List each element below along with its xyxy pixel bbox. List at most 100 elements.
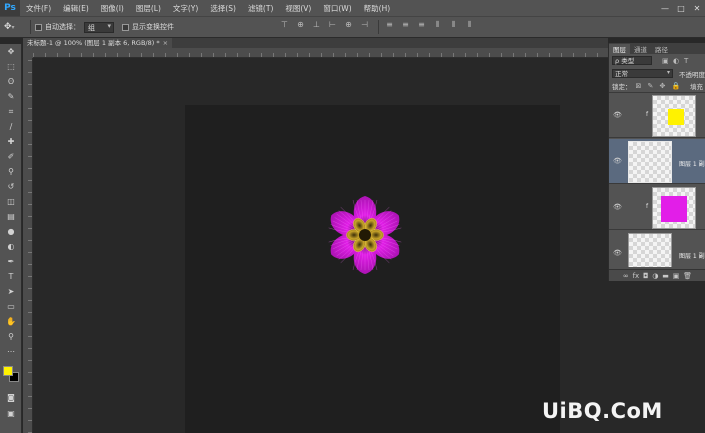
crop-tool-icon[interactable]: ⌗ — [0, 104, 22, 119]
layer-row[interactable]: 👁 f — [609, 185, 705, 230]
show-transform-label: 显示变换控件 — [132, 23, 174, 31]
lock-transparency-icon[interactable]: ⊠ — [636, 82, 645, 90]
align-right-icon[interactable]: ⊣ — [358, 20, 371, 32]
workspace[interactable] — [34, 59, 608, 433]
delete-layer-icon[interactable]: 🗑 — [683, 272, 692, 280]
visibility-eye-icon[interactable]: 👁 — [613, 203, 622, 211]
menu-item[interactable]: 滤镜(T) — [242, 3, 279, 14]
align-hcenter-icon[interactable]: ⊕ — [342, 20, 355, 32]
link-layers-icon[interactable]: ∞ — [623, 272, 629, 280]
filter-pixel-icon[interactable]: ▣ — [662, 57, 670, 65]
zoom-tool-icon[interactable]: ⚲ — [0, 329, 22, 344]
layer-row[interactable]: 👁 图层 1 副 — [609, 231, 705, 267]
horizontal-ruler[interactable] — [33, 48, 608, 58]
menu-item[interactable]: 文字(Y) — [167, 3, 204, 14]
layer-name[interactable]: 图层 1 副 — [679, 251, 705, 260]
visibility-eye-icon[interactable]: 👁 — [613, 249, 622, 257]
flower-center — [359, 229, 371, 241]
align-vcenter-icon[interactable]: ⊕ — [294, 20, 307, 32]
eyedropper-tool-icon[interactable]: ∕ — [0, 119, 22, 134]
pen-tool-icon[interactable]: ✒ — [0, 254, 22, 269]
lock-all-icon[interactable]: 🔒 — [672, 82, 681, 90]
menu-item[interactable]: 视图(V) — [279, 3, 317, 14]
menu-items: 文件(F) 编辑(E) 图像(I) 图层(L) 文字(Y) 选择(S) 滤镜(T) 视图(V)… — [20, 3, 396, 14]
edit-toolbar-icon[interactable]: ⋯ — [0, 344, 22, 359]
document-tab[interactable]: 未标题-1 @ 100% (图层 1 副本 6, RGB/8) * × — [23, 38, 173, 48]
auto-select-checkbox[interactable] — [35, 23, 42, 31]
rectangle-tool-icon[interactable]: ▭ — [0, 299, 22, 314]
foreground-color-swatch[interactable] — [3, 366, 13, 376]
tab-paths[interactable]: 路径 — [651, 44, 672, 54]
menu-item[interactable]: 选择(S) — [204, 3, 242, 14]
minimize-button[interactable]: — — [657, 4, 673, 13]
healing-brush-tool-icon[interactable]: ✚ — [0, 134, 22, 149]
menu-item[interactable]: 窗口(W) — [317, 3, 357, 14]
layer-name[interactable]: 图层 1 副本 — [679, 159, 705, 168]
dodge-tool-icon[interactable]: ◐ — [0, 239, 22, 254]
eraser-tool-icon[interactable]: ◫ — [0, 194, 22, 209]
blend-mode-select[interactable]: 正常 — [612, 69, 673, 78]
filter-adjustment-icon[interactable]: ◐ — [673, 57, 681, 65]
layer-list: 👁f👁图层 1 副本👁f👁图层 1 副 — [609, 93, 705, 267]
distribute-hcenter-icon[interactable]: ⦀ — [447, 20, 460, 32]
distribute-vcenter-icon[interactable]: ≡ — [399, 20, 412, 32]
marquee-tool-icon[interactable]: ⬚ — [0, 59, 22, 74]
document-canvas[interactable] — [185, 105, 560, 433]
add-mask-icon[interactable]: ◘ — [643, 272, 649, 280]
history-brush-tool-icon[interactable]: ↺ — [0, 179, 22, 194]
layer-row[interactable]: 👁 图层 1 副本 — [609, 139, 705, 184]
gradient-tool-icon[interactable]: ▤ — [0, 209, 22, 224]
filter-kind-select[interactable]: ρ 类型 — [612, 56, 652, 65]
menu-item[interactable]: 图像(I) — [95, 3, 130, 14]
distribute-top-icon[interactable]: ≡ — [383, 20, 396, 32]
auto-select-dropdown[interactable]: 组 — [84, 21, 114, 33]
screen-mode-icon[interactable]: ▣ — [0, 406, 22, 421]
brush-tool-icon[interactable]: ✐ — [0, 149, 22, 164]
tool-preset-picker[interactable]: ✥ ▾ — [4, 19, 26, 35]
panel-tabs: 图层 通道 路径 — [609, 43, 705, 54]
filter-type-icon[interactable]: T — [684, 57, 692, 65]
distribute-bottom-icon[interactable]: ≡ — [415, 20, 428, 32]
layer-row[interactable]: 👁 f — [609, 93, 705, 138]
align-left-icon[interactable]: ⊢ — [326, 20, 339, 32]
adjustment-layer-icon[interactable]: ◑ — [652, 272, 658, 280]
quick-select-tool-icon[interactable]: ✎ — [0, 89, 22, 104]
layer-thumbnail[interactable] — [652, 187, 696, 229]
clone-stamp-tool-icon[interactable]: ⚲ — [0, 164, 22, 179]
lasso-tool-icon[interactable]: ʘ — [0, 74, 22, 89]
ruler-origin[interactable] — [23, 48, 33, 58]
menu-item[interactable]: 文件(F) — [20, 3, 57, 14]
close-tab-icon[interactable]: × — [163, 39, 168, 47]
distribute-left-icon[interactable]: ⦀ — [431, 20, 444, 32]
maximize-button[interactable]: □ — [673, 4, 689, 13]
path-select-tool-icon[interactable]: ➤ — [0, 284, 22, 299]
layer-thumbnail[interactable] — [628, 233, 672, 267]
align-top-icon[interactable]: ⊤ — [278, 20, 291, 32]
distribute-right-icon[interactable]: ⦀ — [463, 20, 476, 32]
blur-tool-icon[interactable]: ● — [0, 224, 22, 239]
close-button[interactable]: ✕ — [689, 4, 705, 13]
quick-mask-icon[interactable]: ◙ — [0, 390, 22, 405]
layer-thumbnail[interactable] — [628, 141, 672, 183]
layer-thumbnail[interactable] — [652, 95, 696, 137]
tab-channels[interactable]: 通道 — [630, 44, 651, 54]
vertical-ruler[interactable] — [23, 48, 33, 433]
move-tool-icon[interactable]: ✥ — [0, 44, 22, 59]
align-bottom-icon[interactable]: ⊥ — [310, 20, 323, 32]
visibility-eye-icon[interactable]: 👁 — [613, 157, 622, 165]
type-tool-icon[interactable]: T — [0, 269, 22, 284]
menu-item[interactable]: 图层(L) — [130, 3, 167, 14]
show-transform-checkbox[interactable] — [122, 23, 129, 31]
app-logo[interactable]: Ps — [0, 0, 20, 16]
new-group-icon[interactable]: ▬ — [662, 272, 669, 280]
menu-item[interactable]: 帮助(H) — [358, 3, 397, 14]
fx-icon[interactable]: fx — [633, 272, 640, 280]
hand-tool-icon[interactable]: ✋ — [0, 314, 22, 329]
tab-layers[interactable]: 图层 — [609, 43, 630, 54]
lock-position-icon[interactable]: ✥ — [660, 82, 669, 90]
lock-pixels-icon[interactable]: ✎ — [648, 82, 657, 90]
menu-item[interactable]: 编辑(E) — [57, 3, 95, 14]
visibility-eye-icon[interactable]: 👁 — [613, 111, 622, 119]
blend-row: 正常 不透明度 — [609, 67, 705, 80]
new-layer-icon[interactable]: ▣ — [673, 272, 680, 280]
